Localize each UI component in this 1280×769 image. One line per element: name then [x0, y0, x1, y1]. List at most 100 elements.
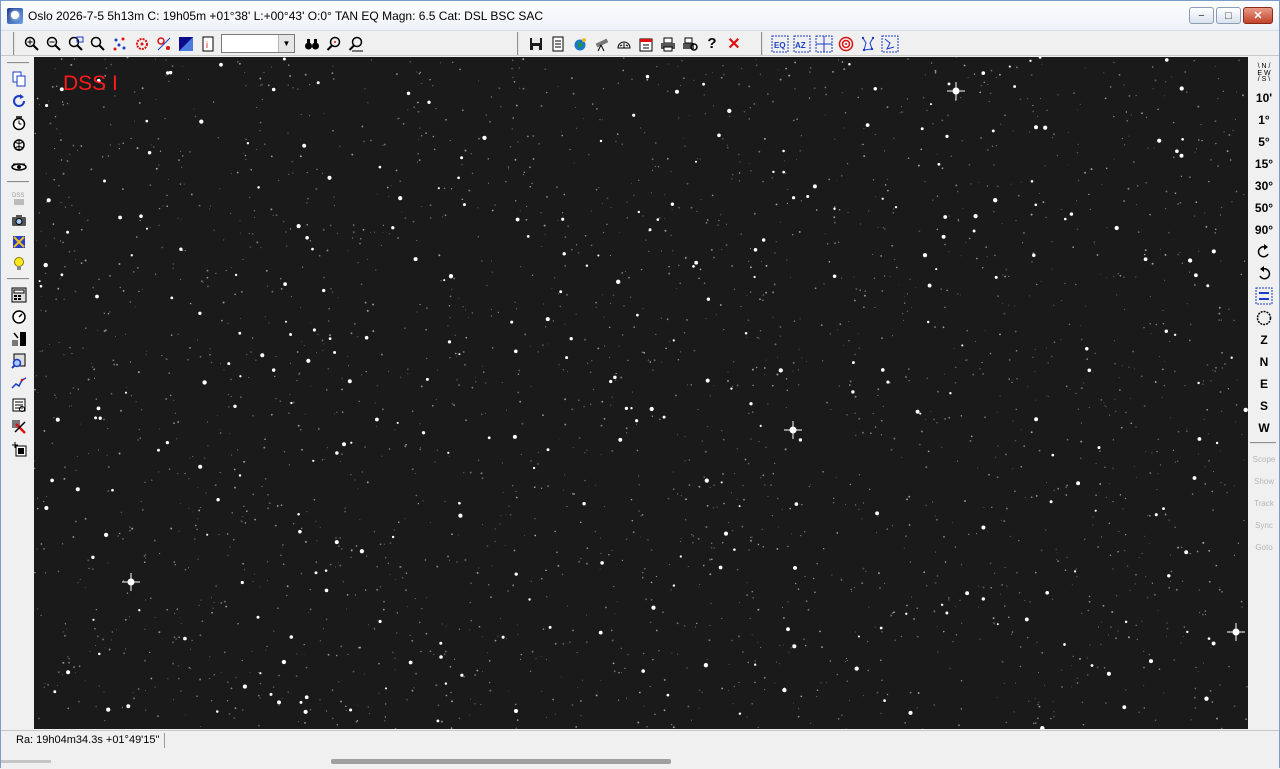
- sync-button[interactable]: Sync: [1250, 514, 1278, 536]
- faint-star: [836, 180, 838, 182]
- refresh-icon[interactable]: [7, 90, 31, 112]
- document-icon[interactable]: [547, 33, 569, 55]
- photo-list-icon[interactable]: [7, 231, 31, 253]
- fov-10-arcmin-button[interactable]: 10': [1250, 87, 1278, 109]
- north-button[interactable]: N: [1250, 351, 1278, 373]
- zoom-level-select[interactable]: ▼: [221, 34, 295, 53]
- fov-50-deg-button[interactable]: 50°: [1250, 197, 1278, 219]
- calculator-icon[interactable]: [7, 284, 31, 306]
- faint-star: [529, 670, 532, 673]
- find-location-icon[interactable]: [345, 33, 367, 55]
- faint-star: [230, 267, 232, 269]
- star: [636, 313, 639, 317]
- binoculars-icon[interactable]: [301, 33, 323, 55]
- maximize-button[interactable]: □: [1216, 7, 1241, 24]
- observatory-icon[interactable]: [613, 33, 635, 55]
- scrollbar-thumb[interactable]: [331, 759, 671, 764]
- faint-star: [104, 647, 106, 649]
- find-object-icon[interactable]: [323, 33, 345, 55]
- help-button[interactable]: ?: [701, 33, 723, 55]
- tools-icon[interactable]: [7, 416, 31, 438]
- color-scheme-icon[interactable]: [175, 33, 197, 55]
- search-map-icon[interactable]: [7, 350, 31, 372]
- faint-star: [804, 575, 806, 578]
- south-button[interactable]: S: [1250, 395, 1278, 417]
- faint-star: [603, 232, 605, 234]
- track-button[interactable]: Track: [1250, 492, 1278, 514]
- fov-30-deg-button[interactable]: 30°: [1250, 175, 1278, 197]
- faint-star: [177, 665, 179, 667]
- add-to-list-icon[interactable]: [7, 438, 31, 460]
- faint-star: [660, 317, 662, 319]
- faint-star: [213, 673, 216, 676]
- info-card-icon[interactable]: i: [197, 33, 219, 55]
- faint-star: [45, 375, 48, 378]
- show-button[interactable]: Show: [1250, 470, 1278, 492]
- star-field-icon[interactable]: [109, 33, 131, 55]
- labels-icon[interactable]: [153, 33, 175, 55]
- telescope-icon[interactable]: [591, 33, 613, 55]
- zenith-button[interactable]: Z: [1250, 329, 1278, 351]
- print-icon[interactable]: [657, 33, 679, 55]
- faint-star: [676, 653, 678, 655]
- fov-1-deg-button[interactable]: 1°: [1250, 109, 1278, 131]
- faint-star: [177, 677, 180, 680]
- faint-star: [713, 547, 715, 549]
- constellation-icon[interactable]: [857, 33, 879, 55]
- equatorial-grid-icon[interactable]: EQ: [769, 33, 791, 55]
- constellation-boundary-icon[interactable]: [879, 33, 901, 55]
- faint-star: [713, 484, 715, 486]
- fov-15-deg-button[interactable]: 15°: [1250, 153, 1278, 175]
- faint-star: [118, 263, 121, 265]
- nebula-icon[interactable]: [131, 33, 153, 55]
- faint-star: [414, 472, 416, 474]
- save-icon[interactable]: [525, 33, 547, 55]
- faint-star: [698, 586, 700, 587]
- sky-chart[interactable]: DSS I: [34, 57, 1248, 729]
- altaz-grid-icon[interactable]: AZ: [791, 33, 813, 55]
- faint-star: [854, 412, 856, 414]
- minimize-button[interactable]: −: [1189, 7, 1214, 24]
- star: [666, 693, 670, 697]
- globe-icon[interactable]: [569, 33, 591, 55]
- sky-trajectory-icon[interactable]: [7, 372, 31, 394]
- close-window-button[interactable]: ✕: [1243, 7, 1273, 24]
- close-chart-button[interactable]: ✕: [723, 33, 745, 55]
- zoom-in-icon[interactable]: [21, 33, 43, 55]
- rotate-right-icon[interactable]: [1250, 263, 1278, 285]
- scope-button[interactable]: Scope: [1250, 448, 1278, 470]
- flip-chart-icon[interactable]: [1250, 285, 1278, 307]
- horizon-circle-icon[interactable]: [1250, 307, 1278, 329]
- calendar-icon[interactable]: [635, 33, 657, 55]
- faint-star: [359, 237, 362, 240]
- lightbulb-icon[interactable]: [7, 253, 31, 275]
- planet-icon[interactable]: [7, 134, 31, 156]
- star: [1173, 333, 1177, 337]
- fov-5-deg-button[interactable]: 5°: [1250, 131, 1278, 153]
- east-button[interactable]: E: [1250, 373, 1278, 395]
- goto-button[interactable]: Goto: [1250, 536, 1278, 558]
- galaxy-icon[interactable]: [7, 156, 31, 178]
- camera-icon[interactable]: [7, 209, 31, 231]
- dss-image-icon[interactable]: DSS: [7, 187, 31, 209]
- horizontal-scrollbar[interactable]: [1, 753, 1279, 769]
- list-icon[interactable]: [7, 394, 31, 416]
- print-preview-icon[interactable]: [679, 33, 701, 55]
- faint-star: [103, 691, 105, 693]
- grid-toggle-icon[interactable]: [813, 33, 835, 55]
- search-icon[interactable]: [87, 33, 109, 55]
- compass-rose[interactable]: \ N / E W / S \: [1250, 59, 1278, 87]
- fov-90-deg-button[interactable]: 90°: [1250, 219, 1278, 241]
- night-vision-icon[interactable]: [7, 328, 31, 350]
- clock-icon[interactable]: [7, 112, 31, 134]
- gauge-icon[interactable]: [7, 306, 31, 328]
- copy-icon[interactable]: [7, 68, 31, 90]
- zoom-out-icon[interactable]: [43, 33, 65, 55]
- rotate-left-icon[interactable]: [1250, 241, 1278, 263]
- chevron-down-icon[interactable]: ▼: [278, 35, 294, 52]
- faint-star: [1079, 103, 1081, 106]
- zoom-window-icon[interactable]: [65, 33, 87, 55]
- west-button[interactable]: W: [1250, 417, 1278, 439]
- target-icon[interactable]: [835, 33, 857, 55]
- faint-star: [63, 634, 66, 637]
